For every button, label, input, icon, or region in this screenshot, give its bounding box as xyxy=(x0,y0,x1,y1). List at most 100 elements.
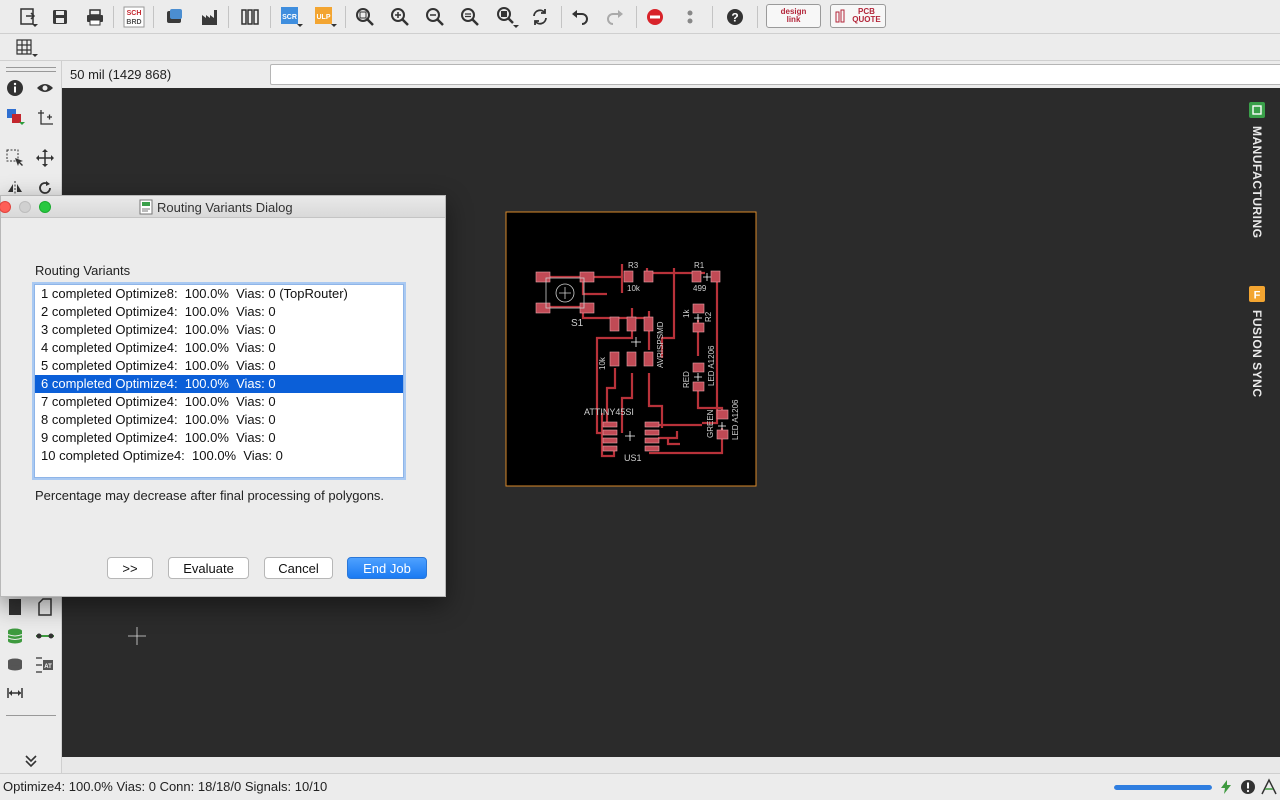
ulp-label: ULP xyxy=(317,14,331,21)
manufacturing-label: MANUFACTURING xyxy=(1250,126,1264,239)
alert-icon[interactable] xyxy=(1240,779,1256,798)
list-item[interactable]: 4 completed Optimize4: 100.0% Vias: 0 xyxy=(35,339,403,357)
fusion-sync-label: FUSION SYNC xyxy=(1250,310,1264,398)
more-button[interactable]: >> xyxy=(107,557,153,579)
r3-label: R3 xyxy=(628,261,639,270)
manufacturing-icon[interactable] xyxy=(198,5,222,29)
zoom-select-icon[interactable] xyxy=(458,5,482,29)
fusion-badge-icon: F xyxy=(1249,286,1265,302)
main-toolbar: SCH BRD SCR ULP ? design link PCB QUOTE xyxy=(0,0,1280,34)
polygon-note: Percentage may decrease after final proc… xyxy=(35,488,385,503)
led-b-label: LED A1206 xyxy=(731,399,740,440)
undo-icon[interactable] xyxy=(568,5,592,29)
tab-fusion-sync[interactable]: F FUSION SYNC xyxy=(1236,286,1278,398)
redo-icon[interactable] xyxy=(603,5,627,29)
redraw-icon[interactable] xyxy=(528,5,552,29)
script-icon[interactable]: SCR xyxy=(279,5,303,29)
pcb-quote-button[interactable]: PCB QUOTE xyxy=(830,4,886,28)
list-item[interactable]: 2 completed Optimize4: 100.0% Vias: 0 xyxy=(35,303,403,321)
route-icon[interactable] xyxy=(34,625,56,647)
eye-icon[interactable] xyxy=(34,77,56,99)
status-bar: Optimize4: 100.0% Vias: 0 Conn: 18/18/0 … xyxy=(0,773,1280,800)
manufacturing-badge-icon xyxy=(1249,102,1265,118)
help-icon[interactable]: ? xyxy=(723,5,747,29)
cursor-crosshair xyxy=(128,627,146,645)
library-icon[interactable] xyxy=(238,5,262,29)
list-item[interactable]: 3 completed Optimize4: 100.0% Vias: 0 xyxy=(35,321,403,339)
routing-variants-label: Routing Variants xyxy=(35,263,131,278)
cam-icon[interactable] xyxy=(163,5,187,29)
red-label: RED xyxy=(682,371,691,388)
go-icon[interactable] xyxy=(678,5,702,29)
stop-icon[interactable] xyxy=(643,5,667,29)
list-item[interactable]: 9 completed Optimize4: 100.0% Vias: 0 xyxy=(35,429,403,447)
ratsnest-icon[interactable] xyxy=(4,654,26,676)
move-icon[interactable] xyxy=(34,147,56,169)
end-job-button[interactable]: End Job xyxy=(347,557,427,579)
mark-origin-icon[interactable] xyxy=(34,106,56,128)
side-panel: MANUFACTURING F FUSION SYNC xyxy=(1234,88,1280,757)
r2-value-label: 1k xyxy=(682,309,691,318)
status-progress-fill xyxy=(1114,785,1212,790)
database-icon[interactable] xyxy=(4,625,26,647)
layers-icon[interactable] xyxy=(4,106,26,128)
r3-value-label: 10k xyxy=(627,284,641,293)
cancel-button[interactable]: Cancel xyxy=(264,557,333,579)
close-window-button[interactable] xyxy=(0,201,11,213)
coordinate-display: 50 mil (1429 868) xyxy=(70,67,172,82)
list-item[interactable]: 6 completed Optimize4: 100.0% Vias: 0 xyxy=(35,375,403,393)
us1-label: US1 xyxy=(624,453,642,463)
avrisp-label: AVRISPSMD xyxy=(656,321,665,368)
print-icon[interactable] xyxy=(83,5,107,29)
polygon-outline-icon[interactable] xyxy=(34,596,56,618)
evaluate-button[interactable]: Evaluate xyxy=(168,557,249,579)
save-icon[interactable] xyxy=(48,5,72,29)
zoom-window-button[interactable] xyxy=(39,201,51,213)
selection-filter-icon[interactable] xyxy=(1260,778,1278,799)
u-value-label: 10k xyxy=(598,356,607,370)
sch-label: SCH xyxy=(127,10,142,17)
board-outline xyxy=(505,211,757,487)
brd-label: BRD xyxy=(126,19,141,26)
s1-label: S1 xyxy=(571,318,584,329)
routing-variants-list[interactable]: 1 completed Optimize8: 100.0% Vias: 0 (T… xyxy=(34,284,404,478)
sch-brd-icon[interactable]: SCH BRD xyxy=(122,5,146,29)
group-select-icon[interactable] xyxy=(4,147,26,169)
r1-label: R1 xyxy=(694,261,705,270)
zoom-out-icon[interactable] xyxy=(423,5,447,29)
command-input[interactable] xyxy=(270,64,1280,85)
zoom-area-icon[interactable] xyxy=(495,5,519,29)
led-a-label: LED A1206 xyxy=(707,345,716,386)
attiny-label: ATTINY45SI xyxy=(584,407,634,417)
design-link-button[interactable]: design link xyxy=(766,4,821,28)
dialog-title: Routing Variants Dialog xyxy=(157,200,293,215)
polygon-fill-icon[interactable] xyxy=(4,596,26,618)
status-text: Optimize4: 100.0% Vias: 0 Conn: 18/18/0 … xyxy=(3,779,328,794)
svg-text:?: ? xyxy=(731,11,738,25)
grid-toolbar xyxy=(0,34,1280,61)
open-file-icon[interactable] xyxy=(16,5,40,29)
dimension-icon[interactable] xyxy=(4,682,26,704)
info-icon[interactable] xyxy=(4,77,26,99)
pcb-quote-label-2: QUOTE xyxy=(852,15,881,24)
pcb-quote-icon xyxy=(835,9,845,23)
dialog-titlebar[interactable]: Routing Variants Dialog xyxy=(0,196,445,218)
tab-manufacturing[interactable]: MANUFACTURING xyxy=(1236,102,1278,239)
zoom-in-icon[interactable] xyxy=(388,5,412,29)
grid-icon[interactable] xyxy=(14,36,38,60)
zoom-fit-icon[interactable] xyxy=(353,5,377,29)
expand-palette-icon[interactable] xyxy=(20,750,42,772)
scr-label: SCR xyxy=(282,14,297,21)
list-item[interactable]: 5 completed Optimize4: 100.0% Vias: 0 xyxy=(35,357,403,375)
autorouter-icon[interactable]: AT xyxy=(34,654,56,676)
ulp-icon[interactable]: ULP xyxy=(313,5,337,29)
lightning-icon[interactable] xyxy=(1218,779,1234,798)
svg-text:AT: AT xyxy=(44,664,52,670)
list-item[interactable]: 8 completed Optimize4: 100.0% Vias: 0 xyxy=(35,411,403,429)
list-item[interactable]: 1 completed Optimize8: 100.0% Vias: 0 (T… xyxy=(35,285,403,303)
list-item[interactable]: 7 completed Optimize4: 100.0% Vias: 0 xyxy=(35,393,403,411)
minimize-window-button[interactable] xyxy=(19,201,31,213)
status-progress-bar xyxy=(1114,785,1212,790)
design-link-label-2: link xyxy=(786,15,801,24)
list-item[interactable]: 10 completed Optimize4: 100.0% Vias: 0 xyxy=(35,447,403,465)
